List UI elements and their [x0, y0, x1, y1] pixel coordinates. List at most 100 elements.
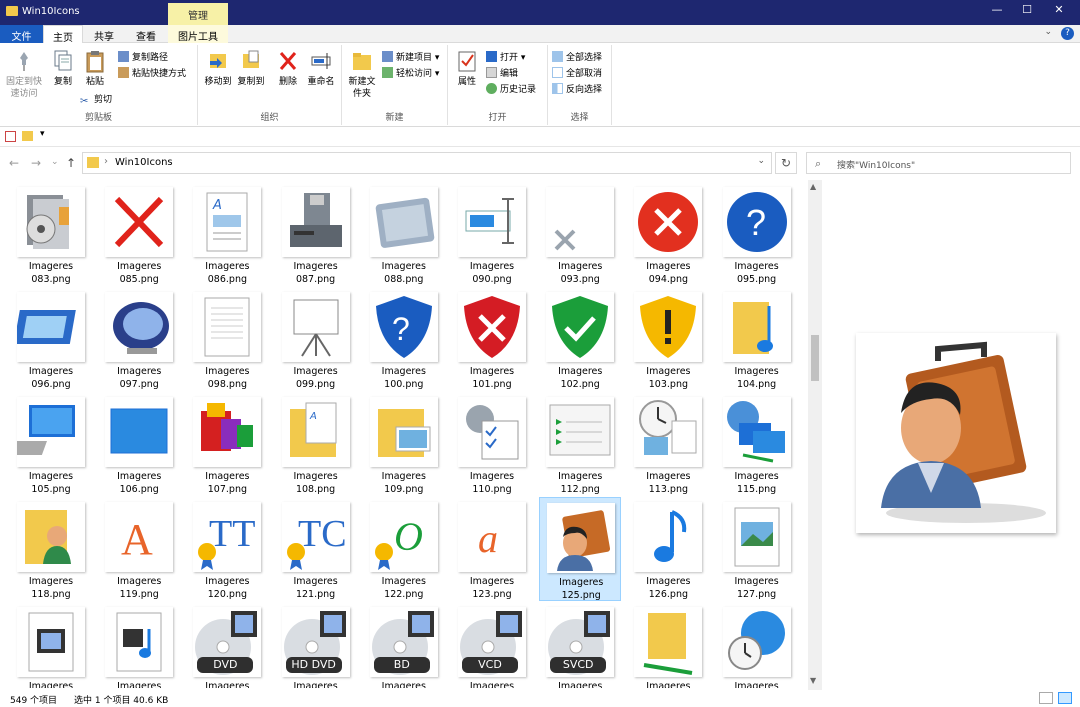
file-name: Imageres 105.png — [10, 470, 92, 496]
select-none-button[interactable]: 全部取消 — [552, 67, 602, 81]
file-item[interactable]: Imageres 113.png — [627, 392, 709, 496]
file-item[interactable]: Imageres 094.png — [627, 182, 709, 286]
address-dropdown-icon[interactable]: ⌄ — [757, 156, 765, 166]
file-item[interactable]: TC Imageres 121.png — [275, 497, 357, 601]
pin-quick-access-button[interactable]: 固定到快速访问 — [2, 49, 46, 100]
file-item[interactable]: Imageres 109.png — [363, 392, 445, 496]
vertical-scrollbar[interactable]: ▲ ▼ — [808, 180, 822, 690]
file-item[interactable]: Imageres 101.png — [451, 287, 533, 391]
recent-locations-icon[interactable]: ⌄ — [51, 157, 59, 167]
file-item[interactable]: TT Imageres 120.png — [186, 497, 268, 601]
tab-home[interactable]: 主页 — [43, 25, 83, 44]
file-item[interactable]: Imageres 098.png — [186, 287, 268, 391]
breadcrumb-path[interactable]: Win10Icons — [115, 157, 173, 168]
file-item[interactable]: Imageres 106.png — [98, 392, 180, 496]
hddvd-icon: HD DVD — [281, 607, 350, 677]
new-item-button[interactable]: 新建项目 ▾ — [382, 51, 439, 65]
file-item[interactable]: Imageres 097.png — [98, 287, 180, 391]
new-folder-qat-icon[interactable] — [22, 131, 33, 141]
file-grid: Imageres 083.png Imageres 085.png A Imageres 0… — [0, 180, 808, 688]
move-to-button[interactable]: 移动到 — [201, 49, 235, 88]
up-button[interactable]: ↑ — [66, 156, 76, 170]
cut-button[interactable]: ✂ 剪切 — [80, 93, 112, 107]
file-item[interactable]: Imageres 103.png — [627, 287, 709, 391]
maximize-button[interactable]: ☐ — [1012, 3, 1042, 21]
file-item[interactable]: Imageres 127.png — [716, 497, 798, 601]
address-bar[interactable]: › Win10Icons ⌄ — [82, 152, 772, 174]
edit-button[interactable]: 编辑 — [486, 67, 518, 81]
select-all-button[interactable]: 全部选择 — [552, 51, 602, 65]
scrollbar-thumb[interactable] — [811, 335, 819, 381]
scroll-up-icon[interactable]: ▲ — [810, 182, 816, 191]
file-item[interactable]: Imageres 088.png — [363, 182, 445, 286]
new-folder-button[interactable]: 新建文件夹 — [344, 49, 380, 100]
file-item[interactable]: VCD Imageres — [451, 602, 533, 688]
paste-shortcut-button[interactable]: 粘贴快捷方式 — [118, 67, 186, 81]
file-item[interactable]: Imageres 115.png — [716, 392, 798, 496]
file-item[interactable]: Imageres — [98, 602, 180, 688]
file-item[interactable]: A Imageres 108.png — [275, 392, 357, 496]
file-item[interactable]: BD Imageres — [363, 602, 445, 688]
file-item[interactable]: HD DVD Imageres — [275, 602, 357, 688]
properties-button[interactable]: 属性 — [450, 49, 484, 88]
history-button[interactable]: 历史记录 — [486, 83, 536, 97]
file-item[interactable]: SVCD Imageres — [539, 602, 621, 688]
file-item[interactable]: Imageres — [10, 602, 92, 688]
file-item[interactable]: Imageres 125.png — [539, 497, 622, 601]
file-item[interactable]: O Imageres 122.png — [363, 497, 445, 601]
tab-file[interactable]: 文件 — [0, 25, 43, 43]
context-tab-manage[interactable]: 管理 — [168, 3, 228, 25]
customize-qat-icon[interactable]: ▾ — [40, 129, 45, 139]
forward-button[interactable]: → — [31, 156, 41, 170]
invert-selection-button[interactable]: 反向选择 — [552, 83, 602, 97]
file-item[interactable]: DVD Imageres — [186, 602, 268, 688]
file-item[interactable]: Imageres — [627, 602, 709, 688]
search-input[interactable]: ⌕ 搜索"Win10Icons" — [806, 152, 1071, 174]
file-item[interactable]: Imageres 102.png — [539, 287, 621, 391]
open-button[interactable]: 打开 ▾ — [486, 51, 525, 65]
easy-access-button[interactable]: 轻松访问 ▾ — [382, 67, 439, 81]
file-item[interactable]: Imageres 104.png — [716, 287, 798, 391]
file-item[interactable]: Imageres 087.png — [275, 182, 357, 286]
file-item[interactable]: a Imageres 123.png — [451, 497, 533, 601]
file-item[interactable]: Imageres 096.png — [10, 287, 92, 391]
delete-button[interactable]: 删除 — [271, 49, 305, 88]
file-item[interactable]: Imageres 105.png — [10, 392, 92, 496]
collapse-ribbon-icon[interactable]: ⌄ — [1044, 27, 1052, 37]
large-icons-view-button[interactable] — [1058, 692, 1072, 704]
rename-button[interactable]: 重命名 — [304, 49, 338, 88]
file-name-line1: Imageres — [558, 261, 603, 272]
copy-to-button[interactable]: 复制到 — [234, 49, 268, 88]
file-item[interactable]: Imageres 110.png — [451, 392, 533, 496]
file-item[interactable]: Imageres 093.png — [539, 182, 621, 286]
file-item[interactable]: Imageres 118.png — [10, 497, 92, 601]
file-item[interactable]: Imageres 107.png — [186, 392, 268, 496]
file-item[interactable]: Imageres 085.png — [98, 182, 180, 286]
close-button[interactable]: ✕ — [1044, 3, 1074, 21]
scroll-down-icon[interactable]: ▼ — [810, 676, 816, 685]
copy-button[interactable]: 复制 — [46, 49, 80, 88]
back-button[interactable]: ← — [9, 156, 19, 170]
tab-picture-tools[interactable]: 图片工具 — [168, 25, 228, 43]
file-item[interactable]: ? Imageres 100.png — [363, 287, 445, 391]
file-name-line1: Imageres — [28, 261, 74, 272]
properties-qat-icon[interactable] — [5, 131, 16, 142]
file-item[interactable]: Imageres — [716, 602, 798, 688]
details-view-button[interactable] — [1039, 692, 1054, 704]
file-item[interactable]: A Imageres 119.png — [98, 497, 180, 601]
tab-view[interactable]: 查看 — [126, 25, 166, 43]
file-item[interactable]: A Imageres 086.png — [186, 182, 268, 286]
minimize-button[interactable]: — — [982, 3, 1012, 21]
file-item[interactable]: Imageres 126.png — [627, 497, 709, 601]
error-circle-icon — [634, 187, 703, 257]
copy-path-button[interactable]: 复制路径 — [118, 51, 168, 65]
help-icon[interactable]: ? — [1061, 27, 1074, 40]
file-item[interactable]: Imageres 083.png — [10, 182, 92, 286]
refresh-button[interactable]: ↻ — [775, 152, 797, 174]
tab-share[interactable]: 共享 — [84, 25, 124, 43]
file-item[interactable]: Imageres 099.png — [275, 287, 357, 391]
file-item[interactable]: ? Imageres 095.png — [716, 182, 798, 286]
file-item[interactable]: Imageres 112.png — [539, 392, 621, 496]
file-item[interactable]: Imageres 090.png — [451, 182, 533, 286]
paste-button[interactable]: 粘贴 — [78, 49, 112, 88]
